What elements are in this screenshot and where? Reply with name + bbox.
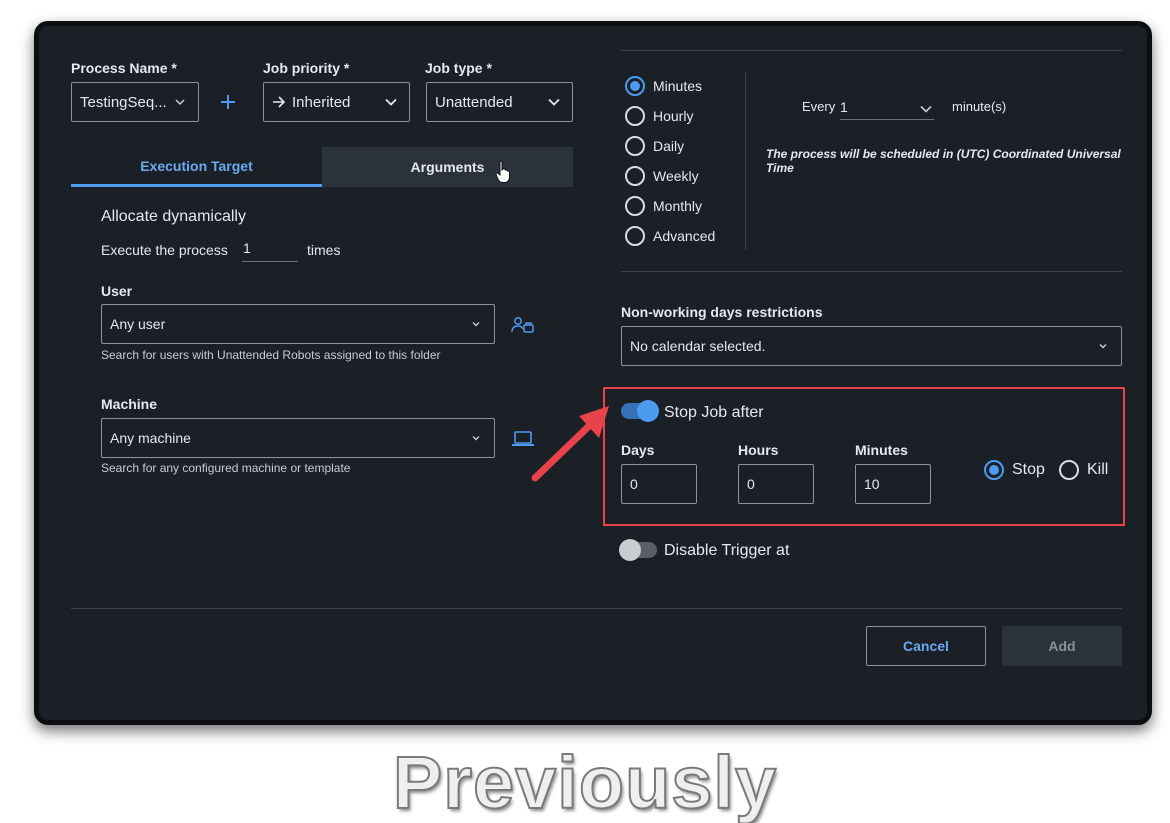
chevron-down-icon (548, 96, 560, 108)
machine-label: Machine (101, 396, 158, 412)
chevron-down-icon (1097, 340, 1109, 352)
frequency-option-minutes[interactable]: Minutes (625, 76, 702, 96)
minutes-input[interactable]: 10 (855, 464, 931, 504)
hand-cursor-icon (495, 160, 511, 184)
stop-radio[interactable]: Stop (984, 460, 1045, 480)
radio-circle (625, 196, 645, 216)
mid-divider (621, 271, 1122, 272)
kill-radio-label: Kill (1087, 461, 1109, 478)
process-name-value: TestingSeq... (80, 93, 167, 111)
stop-job-label: Stop Job after (664, 404, 764, 421)
toggle-knob (637, 400, 659, 422)
kill-radio-circle (1059, 460, 1079, 480)
days-input[interactable]: 0 (621, 464, 697, 504)
allocate-title: Allocate dynamically (101, 208, 246, 225)
job-priority-label: Job priority * (263, 60, 350, 76)
frequency-option-weekly[interactable]: Weekly (625, 166, 699, 186)
nonworking-calendar-select[interactable]: No calendar selected. (621, 326, 1122, 366)
user-help-text: Search for users with Unattended Robots … (101, 348, 441, 362)
execute-suffix: times (307, 242, 341, 258)
frequency-option-label: Minutes (653, 78, 703, 94)
user-select[interactable]: Any user (101, 304, 495, 344)
red-arrow-annotation (531, 406, 609, 482)
tab-execution-target[interactable]: Execution Target (71, 147, 322, 187)
job-priority-value: Inherited (292, 93, 351, 111)
machine-help-text: Search for any configured machine or tem… (101, 461, 351, 475)
nonworking-value: No calendar selected. (630, 338, 766, 354)
user-label: User (101, 283, 133, 299)
machine-value: Any machine (110, 430, 191, 446)
machine-select[interactable]: Any machine (101, 418, 495, 458)
frequency-option-label: Weekly (653, 168, 699, 184)
user-value: Any user (110, 316, 166, 332)
execute-prefix: Execute the process (101, 242, 228, 258)
caption-text: Previously (392, 740, 778, 823)
execute-count-input[interactable]: 1 (242, 236, 298, 262)
kill-radio[interactable]: Kill (1059, 460, 1108, 480)
frequency-option-label: Daily (653, 138, 685, 154)
job-type-select[interactable]: Unattended (426, 82, 573, 122)
job-type-value: Unattended (435, 93, 513, 111)
frequency-option-label: Advanced (653, 228, 716, 244)
users-robot-icon[interactable] (511, 316, 535, 334)
frequency-option-monthly[interactable]: Monthly (625, 196, 702, 216)
chevron-down-icon (385, 96, 397, 108)
frequency-option-daily[interactable]: Daily (625, 136, 684, 156)
stop-radio-label: Stop (1012, 461, 1045, 478)
hours-input[interactable]: 0 (738, 464, 814, 504)
chevron-down-icon (174, 96, 186, 108)
stop-radio-circle (984, 460, 1004, 480)
add-button[interactable]: Add (1002, 626, 1122, 666)
footer-divider (71, 608, 1122, 609)
add-trigger-dialog: Process Name * TestingSeq... Job priorit… (34, 21, 1152, 725)
chevron-down-icon (470, 432, 482, 444)
frequency-option-hourly[interactable]: Hourly (625, 106, 693, 126)
nonworking-label: Non-working days restrictions (621, 304, 823, 320)
arrow-right-icon (272, 96, 286, 108)
every-value-select[interactable]: 1 (840, 94, 934, 120)
days-label: Days (621, 442, 655, 458)
radio-circle (625, 106, 645, 126)
hours-label: Hours (738, 442, 779, 458)
disable-trigger-label: Disable Trigger at (664, 542, 790, 559)
tab-arguments-label: Arguments (410, 159, 485, 175)
top-divider (621, 50, 1122, 51)
frequency-option-label: Hourly (653, 108, 694, 124)
stop-job-toggle[interactable] (621, 400, 659, 422)
process-name-select[interactable]: TestingSeq... (71, 82, 199, 122)
toggle-knob (619, 539, 641, 561)
frequency-option-label: Monthly (653, 198, 703, 214)
vertical-divider (745, 72, 746, 250)
chevron-down-icon (470, 318, 482, 330)
every-unit: minute(s) (952, 99, 1007, 114)
tab-arguments[interactable]: Arguments (322, 147, 573, 187)
job-priority-select[interactable]: Inherited (263, 82, 410, 122)
minutes-label: Minutes (855, 442, 908, 458)
radio-circle (625, 136, 645, 156)
timezone-note: The process will be scheduled in (UTC) C… (766, 147, 1121, 175)
frequency-option-advanced[interactable]: Advanced (625, 226, 715, 246)
disable-trigger-toggle[interactable] (619, 539, 657, 561)
job-type-label: Job type * (425, 60, 492, 76)
cancel-button[interactable]: Cancel (866, 626, 986, 666)
radio-circle (625, 76, 645, 96)
process-name-label: Process Name * (71, 60, 177, 76)
add-process-plus-icon[interactable] (218, 92, 238, 112)
radio-circle (625, 166, 645, 186)
chevron-down-icon (920, 102, 932, 118)
radio-circle (625, 226, 645, 246)
every-value: 1 (840, 99, 848, 115)
every-label: Every (802, 99, 836, 114)
